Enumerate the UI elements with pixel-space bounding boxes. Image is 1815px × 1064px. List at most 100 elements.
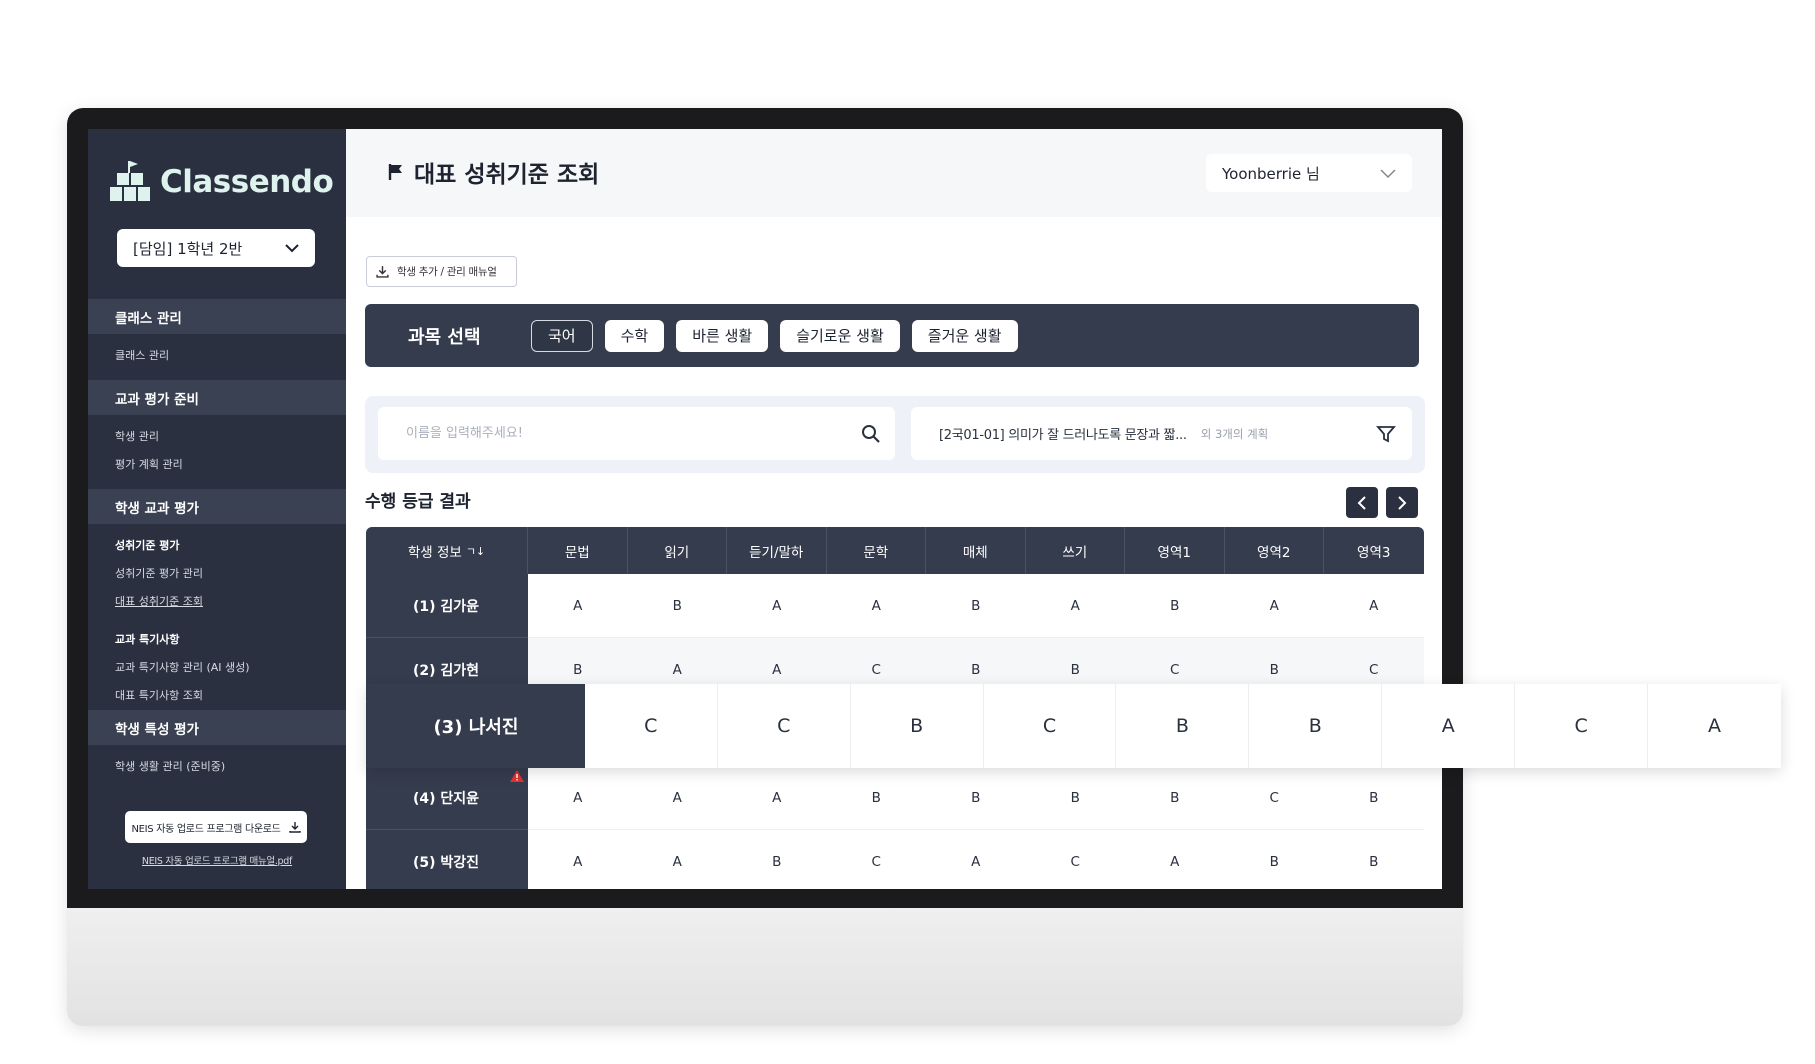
nav-item-achievement-view[interactable]: 대표 성취기준 조회 — [88, 588, 346, 616]
sidebar-nav: 클래스 관리 클래스 관리 교과 평가 준비 학생 관리 평가 계획 관리 학생… — [88, 299, 346, 781]
search-icon[interactable] — [861, 424, 881, 444]
grade-cell: B — [1125, 574, 1225, 638]
column-header: 듣기/말하 — [727, 527, 827, 574]
grade-cell: B — [1249, 684, 1383, 768]
grade-cell: A — [1382, 684, 1516, 768]
grade-cell: A — [1708, 715, 1722, 737]
chevron-left-icon — [1357, 495, 1366, 510]
grade-cell: C — [984, 684, 1117, 768]
nav-item-student-manage[interactable]: 학생 관리 — [88, 423, 346, 451]
student-name: (1) 김가윤 — [366, 574, 528, 638]
results-title: 수행 등급 결과 — [365, 492, 471, 512]
subject-chip-korean[interactable]: 국어 — [531, 319, 593, 352]
grade-cell: C — [718, 684, 851, 768]
app-logo[interactable]: Classendo — [108, 159, 334, 205]
search-box — [378, 407, 895, 460]
chevron-down-icon — [1380, 168, 1396, 178]
grade-cell: B — [627, 574, 727, 638]
download-icon — [376, 266, 389, 278]
neis-manual-link[interactable]: NEIS 자동 업로드 프로그램 매뉴얼.pdf — [88, 853, 346, 867]
subject-select-label: 과목 선택 — [408, 326, 481, 348]
highlighted-table-row[interactable]: (3) 나서진 C C B C B B A C A — [367, 684, 1781, 768]
column-header: 매체 — [926, 527, 1026, 574]
grade-cell: B — [1025, 766, 1125, 830]
student-name-cell: (4) 단지윤 — [366, 766, 528, 830]
column-header: 쓰기 — [1026, 527, 1125, 574]
grade-cell: C — [1515, 684, 1649, 768]
warning-icon[interactable] — [510, 770, 524, 782]
table-row[interactable]: (4) 단지윤 A A A B B B B C B — [366, 766, 1424, 830]
nav-item-plan-manage[interactable]: 평가 계획 관리 — [88, 451, 346, 479]
grade-cell: A — [926, 830, 1026, 889]
grade-cell: C — [1224, 766, 1324, 830]
neis-download-button[interactable]: NEIS 자동 업로드 프로그램 다운로드 — [125, 811, 307, 843]
flag-icon — [388, 164, 402, 180]
topbar: 대표 성취기준 조회 Yoonberrie 님 — [346, 129, 1442, 217]
user-menu[interactable]: Yoonberrie 님 — [1206, 154, 1412, 192]
sort-icon[interactable]: ㄱ↓ — [466, 543, 485, 559]
student-search-input[interactable] — [406, 426, 806, 441]
grade-cell: A — [627, 766, 727, 830]
grade-cell: B — [1116, 684, 1250, 768]
manual-download-label: 학생 추가 / 관리 매뉴얼 — [397, 266, 497, 278]
table-row[interactable]: (1) 김가윤 A B A A B A B A A — [366, 574, 1424, 638]
plan-filter[interactable]: [2국01-01] 의미가 잘 드러나도록 문장과 짧... 외 3개의 계획 — [911, 407, 1412, 460]
grade-cell: A — [1324, 574, 1424, 638]
grade-cell: A — [1224, 574, 1324, 638]
pager — [1346, 487, 1418, 518]
subject-chip-right-life[interactable]: 바른 생활 — [676, 319, 769, 352]
nav-sub-remarks: 교과 특기사항 — [115, 633, 180, 646]
grade-cell: B — [1324, 830, 1424, 889]
blocks-logo-icon — [110, 161, 150, 201]
column-header: 문법 — [528, 527, 628, 574]
grade-cell: C — [585, 684, 718, 768]
class-select[interactable]: [담임] 1학년 2반 — [117, 229, 315, 267]
sidebar: Classendo [담임] 1학년 2반 클래스 관리 클래스 관리 교과 평… — [88, 129, 346, 889]
grade-cell: A — [528, 766, 628, 830]
student-name: (3) 나서진 — [367, 684, 585, 768]
nav-item-achievement-manage[interactable]: 성취기준 평가 관리 — [88, 560, 346, 588]
nav-item-class-manage[interactable]: 클래스 관리 — [88, 342, 346, 370]
next-page-button[interactable] — [1386, 487, 1418, 518]
class-select-value: [담임] 1학년 2반 — [133, 239, 243, 258]
student-name: (4) 단지윤 — [413, 790, 480, 807]
monitor-chin — [67, 908, 1463, 1026]
grade-cell: C — [1026, 830, 1126, 889]
manual-download-button[interactable]: 학생 추가 / 관리 매뉴얼 — [366, 256, 517, 287]
nav-sub-achievement: 성취기준 평가 — [115, 539, 180, 552]
chevron-down-icon — [285, 243, 299, 252]
column-header-student[interactable]: 학생 정보 ㄱ↓ — [366, 527, 528, 574]
nav-section-class[interactable]: 클래스 관리 — [88, 299, 346, 334]
app-screen: Classendo [담임] 1학년 2반 클래스 관리 클래스 관리 교과 평… — [88, 129, 1442, 889]
subject-chip-joyful-life[interactable]: 즐거운 생활 — [911, 319, 1018, 352]
subject-select-bar: 과목 선택 국어 수학 바른 생활 슬기로운 생활 즐거운 생활 — [365, 304, 1419, 367]
column-header: 영역1 — [1125, 527, 1225, 574]
nav-section-subject-eval[interactable]: 학생 교과 평가 — [88, 489, 346, 524]
grade-cell: B — [1125, 766, 1225, 830]
nav-item-remarks-manage[interactable]: 교과 특기사항 관리 (AI 생성) — [88, 654, 346, 682]
grade-cell: A — [727, 766, 827, 830]
main-content: 대표 성취기준 조회 Yoonberrie 님 학생 추가 / 관리 매뉴얼 과… — [346, 129, 1442, 889]
nav-section-prep[interactable]: 교과 평가 준비 — [88, 380, 346, 415]
nav-item-remarks-view[interactable]: 대표 특기사항 조회 — [88, 682, 346, 710]
subject-chip-math[interactable]: 수학 — [604, 319, 665, 352]
grade-cell: A — [528, 830, 628, 889]
grade-cell: C — [827, 830, 927, 889]
grade-cell: A — [528, 574, 628, 638]
grade-cell: B — [926, 766, 1026, 830]
column-header: 문학 — [827, 527, 926, 574]
table-row[interactable]: (5) 박강진 A A B C A C A B B — [366, 830, 1424, 889]
nav-section-trait-eval[interactable]: 학생 특성 평가 — [88, 710, 346, 745]
nav-item-life-manage[interactable]: 학생 생활 관리 (준비중) — [88, 753, 346, 781]
prev-page-button[interactable] — [1346, 487, 1378, 518]
subject-chip-wise-life[interactable]: 슬기로운 생활 — [780, 319, 900, 352]
grade-cell: A — [727, 574, 827, 638]
grade-cell: A — [1125, 830, 1225, 889]
grade-cell: B — [826, 766, 926, 830]
filter-panel: [2국01-01] 의미가 잘 드러나도록 문장과 짧... 외 3개의 계획 — [365, 396, 1425, 473]
grade-cell: B — [926, 574, 1026, 638]
filter-icon[interactable] — [1376, 424, 1396, 444]
grade-cell: A — [826, 574, 926, 638]
column-header: 읽기 — [628, 527, 727, 574]
grade-cell: B — [851, 684, 984, 768]
